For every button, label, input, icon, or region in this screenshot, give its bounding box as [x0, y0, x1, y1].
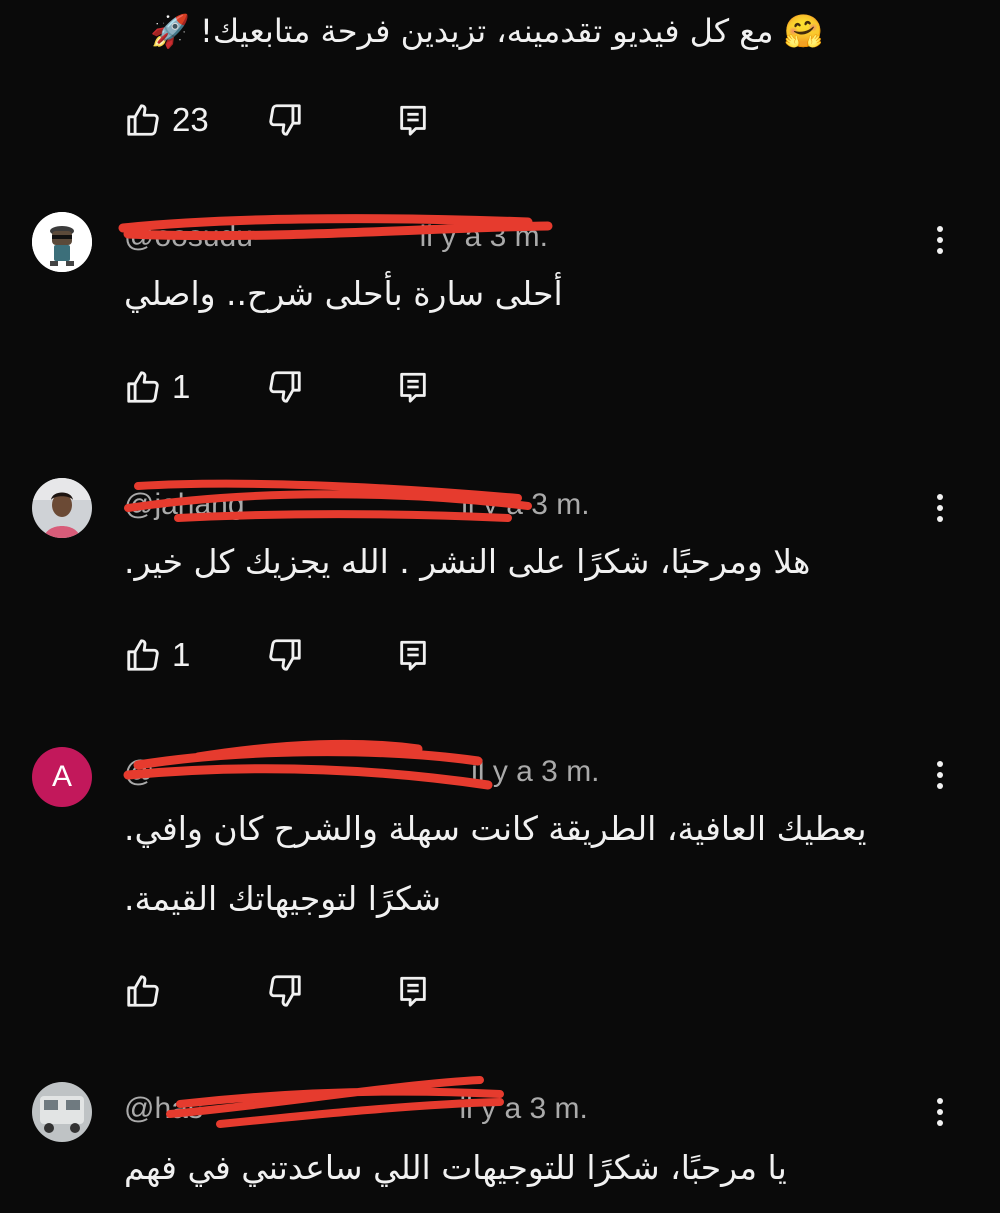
comment-actions: 1 [124, 365, 444, 409]
comment-text-line-1: يعطيك العافية، الطريقة كانت سهلة والشرح … [124, 809, 867, 848]
avatar[interactable] [32, 478, 92, 538]
dislike-button[interactable] [266, 633, 304, 677]
comment-text-line-2: شكرًا لتوجيهاتك القيمة. [124, 879, 442, 918]
comment-author[interactable]: @oosudu [124, 220, 253, 253]
like-button[interactable] [124, 969, 172, 1013]
reply-icon [400, 976, 426, 1007]
avatar[interactable] [32, 212, 92, 272]
like-count: 23 [172, 101, 209, 138]
comment-meta: @ il y a 3 m. [124, 755, 600, 789]
comment-text: 🤗 مع كل فيديو تقدمينه، تزيدين فرحة متابع… [150, 12, 824, 50]
thumbs-up-icon [127, 104, 159, 136]
comment-time: il y a 3 m. [461, 488, 590, 521]
like-button[interactable]: 23 [124, 98, 209, 142]
more-options-button[interactable] [928, 486, 952, 530]
more-options-button[interactable] [928, 1090, 952, 1134]
comment-actions: 1 [124, 633, 444, 677]
dislike-button[interactable] [266, 98, 304, 142]
avatar-image [32, 212, 92, 272]
thumbs-up-icon [127, 975, 159, 1007]
more-options-button[interactable] [928, 753, 952, 797]
like-count: 1 [172, 636, 191, 673]
thumbs-up-icon [127, 371, 159, 403]
like-button[interactable]: 1 [124, 365, 190, 409]
comment-meta: @jahang il y a 3 m. [124, 488, 590, 522]
reply-icon [400, 372, 426, 403]
comment-author[interactable]: @has [124, 1092, 203, 1125]
thumbs-down-icon [269, 975, 301, 1007]
avatar[interactable]: A [32, 747, 92, 807]
avatar-image [32, 478, 92, 538]
comment-time: il y a 3 m. [471, 755, 600, 788]
dislike-button[interactable] [266, 969, 304, 1013]
comment-text: أحلى سارة بأحلى شرح.. واصلي [124, 274, 563, 313]
comment-author[interactable]: @jahang [124, 488, 245, 521]
comment-author[interactable]: @ [124, 755, 154, 788]
thumbs-down-icon [269, 104, 301, 136]
comment-actions: 23 [124, 98, 444, 142]
comment-meta: @oosudu il y a 3 m. [124, 220, 548, 254]
reply-button[interactable] [396, 98, 430, 142]
comment-actions [124, 969, 444, 1013]
reply-button[interactable] [396, 969, 430, 1013]
comment-meta: @has il y a 3 m. [124, 1092, 588, 1126]
reply-button[interactable] [396, 633, 430, 677]
avatar-image [32, 1082, 92, 1142]
thumbs-up-icon [127, 639, 159, 671]
dislike-button[interactable] [266, 365, 304, 409]
reply-button[interactable] [396, 365, 430, 409]
thumbs-down-icon [269, 639, 301, 671]
reply-icon [400, 105, 426, 136]
reply-icon [400, 640, 426, 671]
more-options-button[interactable] [928, 218, 952, 262]
comment-time: il y a 3 m. [419, 220, 548, 253]
comment-text: يا مرحبًا، شكرًا للتوجيهات اللي ساعدتني … [124, 1148, 787, 1187]
avatar[interactable] [32, 1082, 92, 1142]
comment-time: il y a 3 m. [459, 1092, 588, 1125]
like-count: 1 [172, 368, 191, 405]
like-button[interactable]: 1 [124, 633, 190, 677]
thumbs-down-icon [269, 371, 301, 403]
comment-text: هلا ومرحبًا، شكرًا على النشر . الله يجزي… [124, 542, 811, 581]
